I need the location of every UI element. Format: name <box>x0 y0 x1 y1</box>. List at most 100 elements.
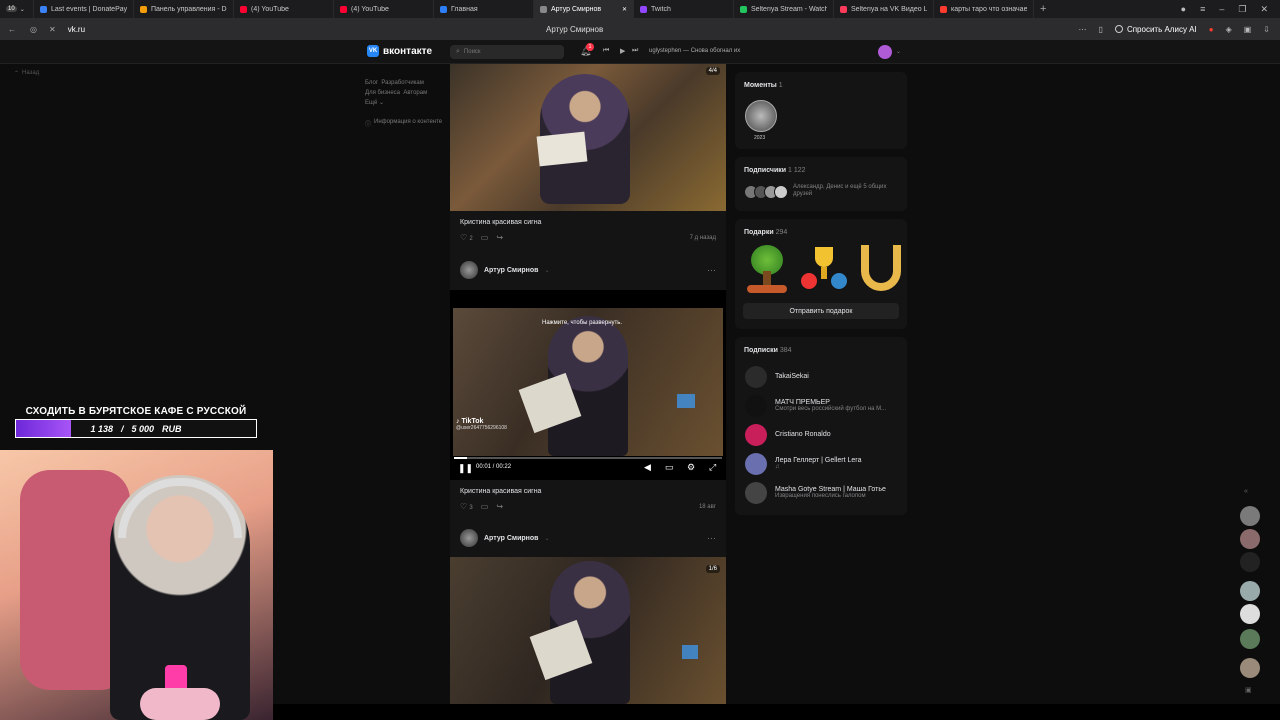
tab-label: Selteriya Stream - Watch <box>751 5 827 13</box>
chat-avatar[interactable] <box>1240 552 1260 572</box>
share-icon[interactable]: ↪ <box>496 233 503 242</box>
browser-tab[interactable]: (4) YouTube <box>334 0 434 18</box>
post-photo[interactable]: 1/6 <box>450 557 726 704</box>
expand-hint[interactable]: Нажмите, чтобы развернуть. <box>542 320 622 326</box>
gift-trophy-icon[interactable] <box>801 247 847 291</box>
chat-avatar[interactable] <box>1240 506 1260 526</box>
chat-avatar[interactable] <box>1240 629 1260 649</box>
record-icon[interactable]: ● <box>1209 25 1214 34</box>
chat-avatar[interactable] <box>1240 581 1260 601</box>
extensions-icon[interactable]: ▣ <box>1244 25 1252 34</box>
like-button[interactable]: ♡ 2 <box>460 233 473 242</box>
bookmark-icon[interactable]: ▯ <box>1099 25 1103 34</box>
like-button[interactable]: ♡ 3 <box>460 502 473 511</box>
download-icon[interactable]: ⇩ <box>1263 25 1270 34</box>
volume-icon[interactable]: ◀︎ <box>644 462 651 473</box>
browser-tab[interactable]: Панель управления - Do <box>134 0 234 18</box>
link-blog[interactable]: Блог <box>365 80 378 86</box>
photo-counter: 4/4 <box>705 67 720 75</box>
profile-icon[interactable]: ● <box>1181 4 1186 15</box>
restore-icon[interactable]: ❐ <box>1238 4 1246 15</box>
followers-text[interactable]: Александр, Денис и ещё 5 общих друзей <box>793 184 901 198</box>
tab-favicon-icon <box>440 5 447 13</box>
prev-track-icon[interactable]: ⏮ <box>603 47 609 55</box>
gear-icon[interactable]: ⚙︎ <box>687 462 695 473</box>
chat-avatar[interactable] <box>1240 658 1260 678</box>
notifications-button[interactable]: 🔔︎ 1 <box>580 43 594 57</box>
browser-tab[interactable]: Selteriya Stream - Watch <box>734 0 834 18</box>
link-authors[interactable]: Авторам <box>403 90 427 96</box>
close-window-icon[interactable]: ✕ <box>1260 4 1268 15</box>
subscription-item[interactable]: TakaiSekai <box>735 362 907 391</box>
browser-tab[interactable]: Selteriya на VK Видео Liv <box>834 0 934 18</box>
subscription-name: МАТЧ ПРЕМЬЕР <box>775 399 830 406</box>
ask-ai-button[interactable]: Спросить Алису AI <box>1114 25 1197 34</box>
link-developers[interactable]: Разработчикам <box>381 80 424 86</box>
follower-avatars[interactable] <box>744 185 788 199</box>
gift-horseshoe-icon[interactable] <box>861 245 901 291</box>
author-avatar[interactable] <box>460 529 478 547</box>
browser-tab[interactable]: карты таро что означает <box>934 0 1034 18</box>
followers-title[interactable]: Подписчики <box>744 167 786 174</box>
shield-icon[interactable]: ◈ <box>1226 25 1232 34</box>
comment-icon[interactable]: ▭ <box>481 502 489 511</box>
minimize-icon[interactable]: – <box>1219 4 1224 15</box>
author-avatar[interactable] <box>460 261 478 279</box>
browser-tab[interactable]: Last events | DonatePay <box>34 0 134 18</box>
back-label: Назад <box>22 70 40 76</box>
post-menu-icon[interactable]: ⋯ <box>707 265 716 276</box>
subscription-item[interactable]: МАТЧ ПРЕМЬЕР Смотри весь российский футбо… <box>735 391 907 420</box>
subscription-item[interactable]: Masha Gotye Stream | Маша Готье Извращени… <box>735 478 907 507</box>
menu-icon[interactable]: ≡ <box>1200 4 1205 15</box>
play-icon[interactable]: ▶ <box>620 47 625 55</box>
subscription-item[interactable]: Лера Геллерт | Gellert Lera ♫ <box>735 449 907 478</box>
browser-menu[interactable]: 10 ⌄ <box>0 0 34 18</box>
vk-logo[interactable]: VK вконтакте <box>367 45 432 57</box>
collapse-icon[interactable]: « <box>1244 488 1248 495</box>
post-menu-icon[interactable]: ⋯ <box>707 533 716 544</box>
fullscreen-icon[interactable]: ⤢ <box>709 462 716 473</box>
search-input[interactable]: ⌕ Поиск <box>450 45 564 59</box>
send-gift-button[interactable]: Отправить подарок <box>743 303 899 319</box>
browser-tab[interactable]: Twitch <box>634 0 734 18</box>
link-business[interactable]: Для бизнеса <box>365 90 400 96</box>
back-icon[interactable]: ← <box>8 25 16 34</box>
subscription-subtitle: Смотри весь российский футбол на М... <box>775 406 887 412</box>
browser-tab[interactable]: Артур Смирнов ✕ <box>534 0 634 18</box>
moments-title[interactable]: Моменты <box>744 82 777 89</box>
content-info-link[interactable]: ⓘ Информация о контенте <box>365 119 442 128</box>
miniplayer-icon[interactable]: ▭ <box>665 462 674 473</box>
comment-icon[interactable]: ▭ <box>481 233 489 242</box>
subscription-item[interactable]: Cristiano Ronaldo <box>735 420 907 449</box>
close-tab-icon[interactable]: ✕ <box>622 6 627 13</box>
subscriptions-title[interactable]: Подписки <box>744 347 778 354</box>
pause-icon[interactable]: ❚❚ <box>458 463 473 474</box>
gift-tree-icon[interactable] <box>747 245 787 293</box>
moment-avatar[interactable] <box>745 100 777 132</box>
more-icon[interactable]: ⋯ <box>1079 25 1087 34</box>
chat-avatar[interactable] <box>1240 529 1260 549</box>
tab-list: Last events | DonatePay Панель управления… <box>34 0 1034 18</box>
browser-tab[interactable]: (4) YouTube <box>234 0 334 18</box>
post-photo[interactable]: 4/4 <box>450 64 726 211</box>
extension-icon[interactable]: ◎ <box>30 25 37 34</box>
player-track[interactable]: uglystephen — Снова обогнал их <box>649 48 740 54</box>
next-track-icon[interactable]: ⏭ <box>632 47 638 55</box>
author-name[interactable]: Артур Смирнов <box>484 535 538 542</box>
chat-icon[interactable]: ▣ <box>1245 686 1252 694</box>
post-time: 18 авг <box>698 504 716 510</box>
chevron-down-icon[interactable]: ⌄ <box>896 48 901 55</box>
video-player[interactable]: Нажмите, чтобы развернуть. ♪ TikTok @use… <box>450 290 726 480</box>
browser-tab[interactable]: Главная <box>434 0 534 18</box>
chat-avatar[interactable] <box>1240 604 1260 624</box>
new-tab-button[interactable]: + <box>1040 3 1046 15</box>
link-more[interactable]: Ещё <box>365 100 377 106</box>
user-avatar[interactable] <box>878 45 892 59</box>
back-link[interactable]: ⌃ Назад <box>14 70 39 77</box>
progress-track[interactable] <box>454 457 722 459</box>
share-icon[interactable]: ↪ <box>496 502 503 511</box>
author-name[interactable]: Артур Смирнов <box>484 267 538 274</box>
reload-icon[interactable]: ✕ <box>49 25 56 34</box>
gifts-title[interactable]: Подарки <box>744 229 774 236</box>
url-text[interactable]: vk.ru <box>68 25 368 34</box>
